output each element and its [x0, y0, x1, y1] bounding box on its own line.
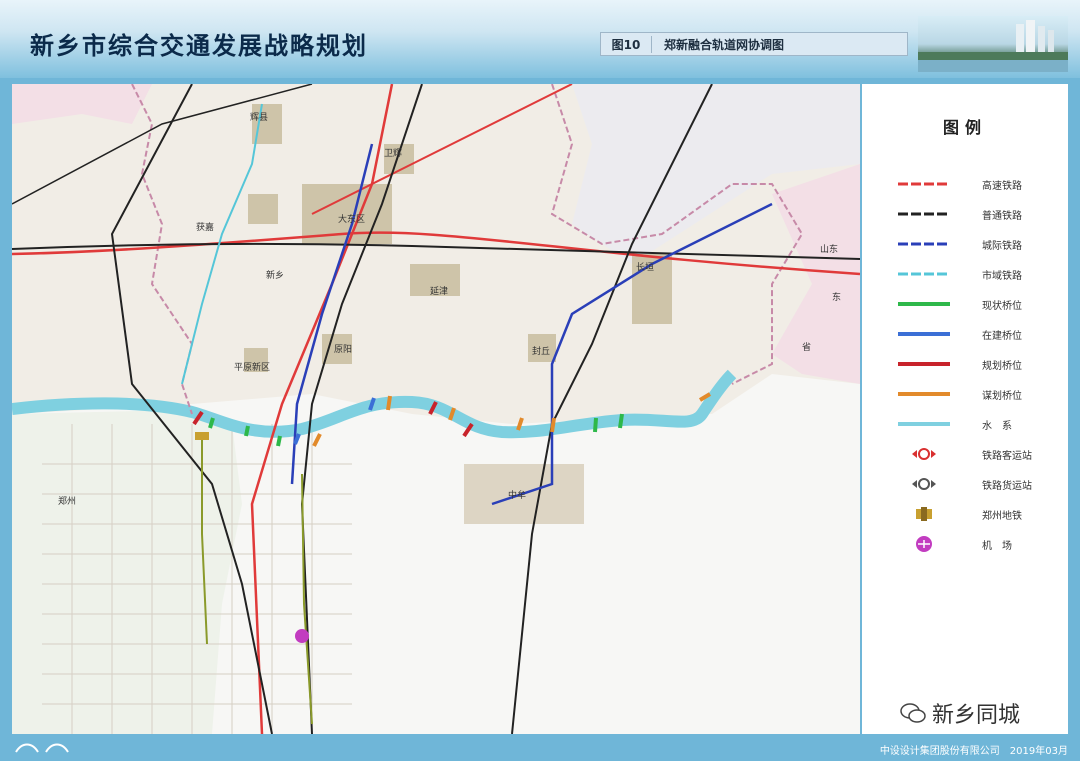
- legend-label: 郑州地铁: [982, 511, 1022, 522]
- metro-icon: [916, 507, 932, 521]
- legend-label: 高速铁路: [982, 181, 1022, 192]
- figure-caption: 图10 郑新融合轨道网协调图: [600, 32, 908, 56]
- company-logo-icon: [15, 743, 69, 753]
- legend-item-existing-bridge: 现状桥位: [882, 294, 1068, 314]
- legend-label: 现状桥位: [982, 301, 1022, 312]
- water-bar-icon: [898, 422, 950, 426]
- legend-item-building-bridge: 在建桥位: [882, 324, 1068, 344]
- map-label-fengqiu: 封丘: [532, 345, 550, 357]
- map-label-weihui: 卫辉: [384, 148, 402, 159]
- page-title: 新乡市综合交通发展战略规划: [30, 32, 368, 60]
- legend-item-metro: 郑州地铁: [882, 504, 1068, 524]
- map-label-zhongmou: 中牟: [508, 489, 526, 501]
- watermark-text: 新乡同城: [932, 703, 1021, 728]
- legend-item-airport: 机 场: [882, 534, 1068, 554]
- map-label-pingyuan: 平原新区: [234, 361, 270, 373]
- wechat-icon: [900, 703, 926, 723]
- legend-label: 规划桥位: [982, 361, 1022, 372]
- map-label-huixian: 辉县: [250, 112, 268, 123]
- map-label-huojia: 获嘉: [196, 221, 214, 233]
- map-label-yuanyang: 原阳: [334, 344, 352, 355]
- legend-item-freight-station: 铁路货运站: [882, 474, 1068, 494]
- airport-icon: [916, 536, 932, 552]
- passenger-station-icon: [912, 448, 936, 460]
- figure-title: 郑新融合轨道网协调图: [664, 37, 785, 52]
- wechat-watermark: 新乡同城: [892, 696, 1029, 730]
- footer-credit: 中设设计集团股份有限公司 2019年03月: [879, 746, 1068, 757]
- city-skyline-image: [918, 16, 1068, 72]
- map-label-shan: 山东: [820, 243, 838, 255]
- intercity-line-icon: [898, 242, 950, 246]
- legend-label: 水 系: [982, 421, 1012, 432]
- legend-item-passenger-station: 铁路客运站: [882, 444, 1068, 464]
- legend-item-water: 水 系: [882, 414, 1068, 434]
- legend-item-planned-bridge: 规划桥位: [882, 354, 1068, 374]
- legend-item-rail: 普通铁路: [882, 204, 1068, 224]
- footer-bar: 中设设计集团股份有限公司 2019年03月: [0, 734, 1080, 761]
- legend-label: 机 场: [982, 541, 1012, 552]
- map-label-dadong: 大东区: [338, 213, 365, 225]
- legend-label: 城际铁路: [982, 241, 1022, 252]
- hsr-line-icon: [898, 182, 950, 186]
- map-label-dong: 东: [832, 291, 841, 303]
- legend-item-hsr: 高速铁路: [882, 174, 1068, 194]
- figure-number: 图10: [601, 35, 652, 53]
- blue-bar-icon: [898, 332, 950, 336]
- map-label-sheng: 省: [802, 341, 811, 353]
- map-label-xinxiang: 新乡: [266, 269, 284, 281]
- rail-network-map: 辉县 卫辉 获嘉 大东区 新乡 延津 原阳 长垣 平原新区 封丘 中牟 郑州 山…: [12, 84, 860, 734]
- legend-label: 市域铁路: [982, 271, 1022, 282]
- legend-item-suburban: 市域铁路: [882, 264, 1068, 284]
- legend-item-proposed-bridge: 谋划桥位: [882, 384, 1068, 404]
- legend-item-intercity: 城际铁路: [882, 234, 1068, 254]
- map-label-changyuan: 长垣: [636, 261, 654, 273]
- map-label-zhengzhou: 郑州: [58, 495, 76, 507]
- header-banner: 新乡市综合交通发展战略规划 图10 郑新融合轨道网协调图: [0, 0, 1080, 78]
- legend-label: 铁路货运站: [982, 481, 1032, 492]
- map-legend: 图例 高速铁路 普通铁路 城际铁路 市域铁路 现状桥位 在建桥位 规划桥位 谋划…: [862, 84, 1068, 734]
- legend-label: 谋划桥位: [982, 391, 1022, 402]
- legend-title: 图例: [942, 118, 987, 137]
- freight-station-icon: [912, 478, 936, 490]
- red-bar-icon: [898, 362, 950, 366]
- green-bar-icon: [898, 302, 950, 306]
- suburban-line-icon: [898, 272, 950, 276]
- map-label-yanjin: 延津: [430, 285, 448, 297]
- legend-label: 普通铁路: [982, 211, 1022, 222]
- orange-bar-icon: [898, 392, 950, 396]
- legend-label: 在建桥位: [982, 331, 1022, 342]
- legend-label: 铁路客运站: [982, 451, 1032, 462]
- rail-line-icon: [898, 212, 950, 216]
